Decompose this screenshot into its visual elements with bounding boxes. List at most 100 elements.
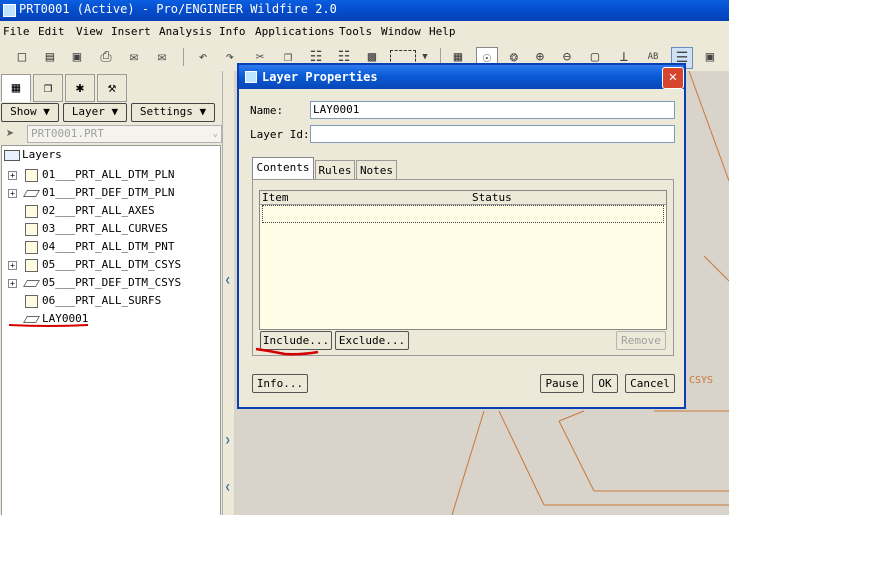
tree-item-label: 05___PRT_ALL_DTM_CSYS [42, 258, 182, 271]
model-edge [451, 410, 485, 515]
tree-item-label: 01___PRT_DEF_DTM_PLN [42, 186, 175, 199]
pause-button[interactable]: Pause [540, 374, 584, 393]
remove-button: Remove [616, 331, 666, 350]
tree-item-label: LAY0001 [42, 312, 89, 325]
menu-info[interactable]: Info [219, 25, 246, 38]
layer-id-field[interactable] [310, 125, 675, 143]
app-icon [3, 4, 16, 17]
tree-item[interactable]: +01___PRT_ALL_DTM_PLN [2, 166, 218, 184]
menu-file[interactable]: File [3, 25, 30, 38]
tree-item[interactable]: LAY0001 [2, 310, 218, 328]
tab-rules[interactable]: Rules [315, 160, 355, 180]
items-list[interactable]: Item Status [259, 190, 667, 330]
menu-tools[interactable]: Tools [339, 25, 372, 38]
tree-item[interactable]: 06___PRT_ALL_SURFS [2, 292, 218, 310]
menu-bar: File Edit View Insert Analysis Info Appl… [0, 22, 729, 42]
menu-applications[interactable]: Applications [255, 25, 334, 38]
layer-icon [25, 223, 38, 236]
column-item[interactable]: Item [262, 191, 289, 204]
layer-icon [25, 169, 38, 182]
layers-root-icon [4, 150, 20, 161]
open-folder-icon[interactable]: ▤ [40, 47, 60, 67]
csys-label: CSYS [689, 375, 714, 386]
tree-root-label: Layers [22, 148, 62, 161]
collapse-arrow-icon[interactable]: ❮ [225, 276, 230, 286]
exclude-button[interactable]: Exclude... [335, 331, 409, 350]
menu-edit[interactable]: Edit [38, 25, 65, 38]
tree-item-label: 04___PRT_ALL_DTM_PNT [42, 240, 175, 253]
tree-item[interactable]: 04___PRT_ALL_DTM_PNT [2, 238, 218, 256]
layer-icon [25, 205, 38, 218]
model-edge [703, 255, 729, 282]
tree-item-label: 03___PRT_ALL_CURVES [42, 222, 168, 235]
tree-item[interactable]: +05___PRT_DEF_DTM_CSYS [2, 274, 218, 292]
model-edge [558, 410, 585, 422]
menu-window[interactable]: Window [381, 25, 421, 38]
tree-item[interactable]: +01___PRT_DEF_DTM_PLN [2, 184, 218, 202]
active-model-select[interactable]: PRT0001.PRT ⌄ [27, 125, 222, 143]
model-tree-tab-icon[interactable]: ▦ [1, 74, 31, 102]
layer-dropdown[interactable]: Layer ▼ [63, 103, 127, 122]
tree-item-label: 02___PRT_ALL_AXES [42, 204, 155, 217]
ok-button[interactable]: OK [592, 374, 618, 393]
name-field[interactable]: LAY0001 [310, 101, 675, 119]
expand-icon[interactable]: + [8, 171, 17, 180]
layer-icon [25, 241, 38, 254]
tree-item[interactable]: +05___PRT_ALL_DTM_CSYS [2, 256, 218, 274]
model-edge [498, 410, 545, 506]
layer-id-label: Layer Id: [250, 128, 310, 141]
layer-tree: Layers +01___PRT_ALL_DTM_PLN +01___PRT_DE… [1, 145, 221, 515]
collapse-arrow-icon[interactable]: ❯ [225, 436, 230, 446]
connections-tab-icon[interactable]: ⚒ [97, 74, 127, 102]
tab-contents[interactable]: Contents [252, 157, 314, 180]
undo-icon[interactable]: ↶ [193, 47, 213, 67]
plane-icon [22, 190, 41, 197]
layer-icon [25, 295, 38, 308]
save-icon[interactable]: ▣ [67, 47, 87, 67]
dialog-title: Layer Properties [262, 70, 378, 84]
close-icon: ✕ [668, 69, 678, 85]
send-mail-icon[interactable]: ✉ [124, 47, 144, 67]
column-status[interactable]: Status [472, 191, 512, 204]
menu-view[interactable]: View [76, 25, 103, 38]
include-button[interactable]: Include... [260, 331, 332, 350]
cursor-arrow-icon: ➤ [6, 126, 15, 142]
expand-icon[interactable]: + [8, 189, 17, 198]
tree-item-label: 06___PRT_ALL_SURFS [42, 294, 162, 307]
print-icon[interactable]: ⎙ [96, 47, 116, 67]
plane-icon [22, 280, 41, 287]
tree-item[interactable]: 03___PRT_ALL_CURVES [2, 220, 218, 238]
folder-browser-tab-icon[interactable]: ❐ [33, 74, 63, 102]
cancel-button[interactable]: Cancel [625, 374, 675, 393]
dialog-title-bar[interactable]: Layer Properties ✕ [239, 65, 684, 89]
close-button[interactable]: ✕ [662, 67, 684, 89]
favorites-tab-icon[interactable]: ✱ [65, 74, 95, 102]
menu-insert[interactable]: Insert [111, 25, 151, 38]
show-dropdown[interactable]: Show ▼ [1, 103, 59, 122]
collapse-arrow-icon[interactable]: ❮ [225, 483, 230, 493]
chevron-down-icon: ⌄ [212, 129, 218, 139]
contents-panel: Item Status Include... Exclude... Remove [252, 179, 674, 356]
expand-icon[interactable]: + [8, 261, 17, 270]
navigator-panel: ▦ ❐ ✱ ⚒ Show ▼ Layer ▼ Settings ▼ ➤ PRT0… [0, 71, 222, 515]
settings-dropdown[interactable]: Settings ▼ [131, 103, 215, 122]
tree-item-label: 01___PRT_ALL_DTM_PLN [42, 168, 175, 181]
menu-help[interactable]: Help [429, 25, 456, 38]
new-file-icon[interactable]: □ [12, 47, 32, 67]
window-title: PRT0001 (Active) - Pro/ENGINEER Wildfire… [19, 2, 337, 16]
tab-notes[interactable]: Notes [356, 160, 397, 180]
tree-item[interactable]: 02___PRT_ALL_AXES [2, 202, 218, 220]
title-bar: PRT0001 (Active) - Pro/ENGINEER Wildfire… [0, 0, 729, 21]
expand-icon[interactable]: + [8, 279, 17, 288]
model-edge [688, 71, 729, 182]
plane-icon [22, 316, 41, 323]
tree-item-label: 05___PRT_DEF_DTM_CSYS [42, 276, 182, 289]
name-label: Name: [250, 104, 284, 117]
view-manager-icon[interactable]: ▣ [700, 47, 720, 67]
menu-analysis[interactable]: Analysis [159, 25, 212, 38]
list-item[interactable] [262, 205, 664, 223]
layer-icon [25, 259, 38, 272]
model-edge [558, 420, 595, 492]
mail-attach-icon[interactable]: ✉ [152, 47, 172, 67]
info-button[interactable]: Info... [252, 374, 308, 393]
